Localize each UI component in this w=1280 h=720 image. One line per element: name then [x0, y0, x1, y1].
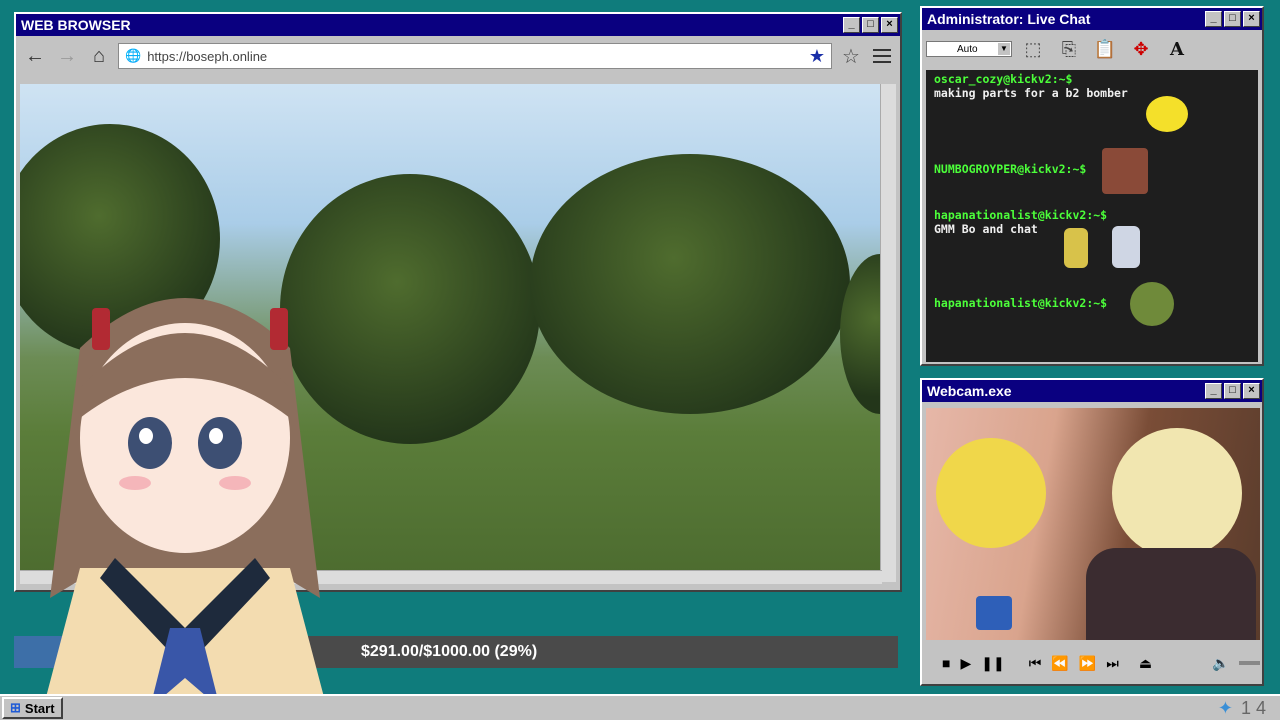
avatar-head [1112, 428, 1242, 558]
chevron-down-icon: ▼ [998, 43, 1010, 55]
chat-message: oscar_cozy@kickv2:~$ making parts for a … [934, 72, 1250, 146]
start-label: Start [24, 700, 55, 716]
chat-username: NUMBOGROYPER@kickv2:~$ [934, 162, 1087, 176]
chat-username: hapanationalist@kickv2:~$ [934, 296, 1108, 310]
address-bar[interactable]: 🌐 https://boseph.online ★ [118, 43, 832, 69]
plush-toy [936, 438, 1046, 548]
forward-button[interactable]: → [54, 43, 80, 69]
maximize-button[interactable]: □ [862, 17, 879, 33]
browser-titlebar[interactable]: WEB BROWSER _ □ × [16, 14, 900, 36]
move-icon[interactable]: ✥ [1126, 34, 1156, 64]
home-button[interactable]: ⌂ [86, 43, 112, 69]
arrow-left-icon: ← [25, 44, 45, 67]
clock: 1 4 [1240, 697, 1266, 718]
paste-icon[interactable]: 📋 [1090, 34, 1120, 64]
fast-forward-icon[interactable]: ⏩ [1079, 655, 1096, 672]
close-button[interactable]: × [1243, 383, 1260, 399]
bookmark-star-icon[interactable]: ★ [809, 46, 825, 67]
emote-icon [1112, 226, 1140, 268]
stop-icon[interactable]: ■ [942, 655, 950, 671]
close-button[interactable]: × [881, 17, 898, 33]
favorite-button[interactable]: ☆ [838, 43, 864, 69]
rewind-icon[interactable]: ⏪ [1051, 655, 1068, 672]
chat-message: hapanationalist@kickv2:~$ [934, 282, 1250, 362]
webcam-title: Webcam.exe [927, 383, 1012, 399]
globe-icon: 🌐 [125, 48, 142, 63]
windows-logo-icon: ⊞ [10, 700, 21, 715]
emote-icon [1102, 148, 1148, 194]
avatar-body [1086, 548, 1256, 640]
zoom-value: Auto [957, 43, 978, 55]
minimize-button[interactable]: _ [1205, 383, 1222, 399]
maximize-button[interactable]: □ [1224, 11, 1241, 27]
arrow-right-icon: → [57, 44, 77, 67]
zoom-select[interactable]: Auto ▼ [926, 41, 1012, 57]
system-tray: ✦ 1 4 [1218, 698, 1266, 719]
maximize-button[interactable]: □ [1224, 383, 1241, 399]
minimize-button[interactable]: _ [843, 17, 860, 33]
network-icon[interactable]: ✦ [1218, 698, 1233, 719]
chat-title: Administrator: Live Chat [927, 11, 1091, 27]
vtuber-avatar [40, 298, 330, 720]
skip-forward-icon[interactable]: ⏭ [1106, 655, 1119, 672]
mug [976, 596, 1012, 630]
emote-icon [1130, 282, 1174, 326]
webcam-window: Webcam.exe _ □ × ■ ▶ ❚❚ ⏮ ⏪ ⏩ ⏭ ⏏ 🔈 [920, 378, 1264, 686]
chat-message: NUMBOGROYPER@kickv2:~$ [934, 146, 1250, 208]
menu-button[interactable] [870, 43, 894, 69]
chat-toolbar: Auto ▼ ⬚ ⎘ 📋 ✥ A [922, 30, 1262, 68]
font-icon[interactable]: A [1162, 34, 1192, 64]
chat-titlebar[interactable]: Administrator: Live Chat _ □ × [922, 8, 1262, 30]
media-controls: ■ ▶ ❚❚ ⏮ ⏪ ⏩ ⏭ ⏏ 🔈 [926, 646, 1260, 680]
vertical-scrollbar[interactable] [880, 84, 896, 582]
chat-username: oscar_cozy@kickv2:~$ [934, 72, 1073, 86]
copy-icon[interactable]: ⎘ [1054, 34, 1084, 64]
chat-message: hapanationalist@kickv2:~$ GMM Bo and cha… [934, 208, 1250, 296]
minimize-button[interactable]: _ [1205, 11, 1222, 27]
start-button[interactable]: ⊞ Start [2, 697, 63, 719]
play-icon[interactable]: ▶ [960, 655, 971, 672]
emote-icon [1146, 96, 1188, 132]
webcam-feed [926, 408, 1260, 640]
tree [530, 154, 850, 414]
emote-icon [1064, 228, 1088, 268]
browser-title: WEB BROWSER [21, 17, 131, 33]
pause-icon[interactable]: ❚❚ [981, 655, 1004, 672]
volume-icon[interactable]: 🔈 [1212, 655, 1229, 672]
eject-icon[interactable]: ⏏ [1139, 655, 1152, 672]
chat-log[interactable]: oscar_cozy@kickv2:~$ making parts for a … [926, 70, 1258, 362]
url-text: https://boseph.online [147, 48, 268, 64]
select-tool-icon[interactable]: ⬚ [1018, 34, 1048, 64]
volume-slider[interactable] [1239, 661, 1260, 665]
donation-label: $291.00/$1000.00 (29%) [361, 643, 538, 660]
star-outline-icon: ☆ [842, 45, 860, 68]
chat-text: making parts for a b2 bomber [934, 86, 1128, 100]
taskbar: ⊞ Start ✦ 1 4 [0, 694, 1280, 720]
live-chat-window: Administrator: Live Chat _ □ × Auto ▼ ⬚ … [920, 6, 1264, 366]
webcam-titlebar[interactable]: Webcam.exe _ □ × [922, 380, 1262, 402]
skip-back-icon[interactable]: ⏮ [1029, 655, 1042, 672]
close-button[interactable]: × [1243, 11, 1260, 27]
browser-navbar: ← → ⌂ 🌐 https://boseph.online ★ ☆ [16, 36, 900, 76]
chat-text: GMM Bo and chat [934, 222, 1038, 236]
back-button[interactable]: ← [22, 43, 48, 69]
chat-username: hapanationalist@kickv2:~$ [934, 208, 1108, 222]
home-icon: ⌂ [92, 44, 106, 67]
